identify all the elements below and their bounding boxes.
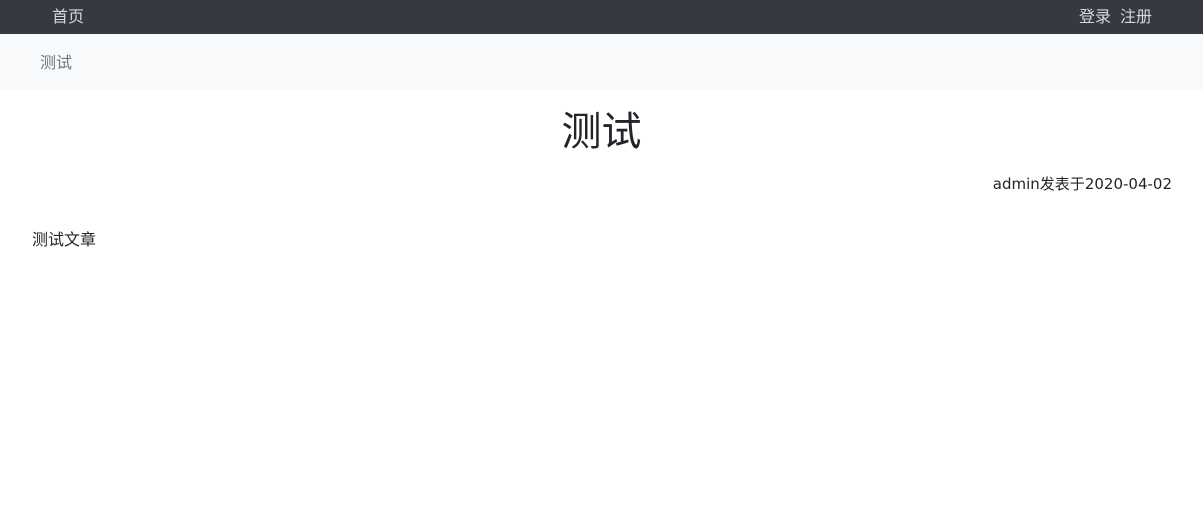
article-author: admin bbox=[992, 175, 1040, 193]
top-navbar: 首页 登录 注册 bbox=[0, 0, 1203, 34]
article-meta: admin发表于2020-04-02 bbox=[0, 174, 1203, 194]
nav-home-link[interactable]: 首页 bbox=[52, 0, 84, 34]
nav-login-link[interactable]: 登录 bbox=[1079, 0, 1111, 34]
breadcrumb-current-item: 测试 bbox=[40, 53, 73, 72]
nav-register-link[interactable]: 注册 bbox=[1120, 0, 1152, 34]
article-body: 测试文章 bbox=[32, 230, 97, 249]
article-title: 测试 bbox=[561, 109, 642, 155]
nav-auth-links: 登录 注册 bbox=[1079, 0, 1152, 34]
breadcrumb: 测试 bbox=[0, 34, 1203, 90]
article-published-label: 发表于 bbox=[1039, 175, 1085, 193]
article-date: 2020-04-02 bbox=[1084, 175, 1172, 193]
